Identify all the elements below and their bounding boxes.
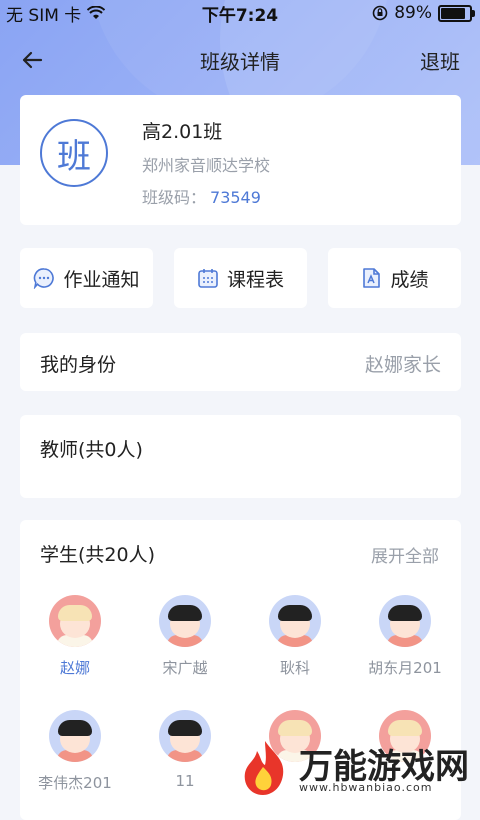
grades-button[interactable]: 成绩 xyxy=(328,248,461,308)
exit-class-button[interactable]: 退班 xyxy=(420,46,460,75)
student-name: 11 xyxy=(175,772,195,790)
class-code-value: 73549 xyxy=(210,188,261,207)
students-label: 学生(共20人) xyxy=(40,544,156,566)
student-name: 宋广越 xyxy=(162,659,208,677)
status-right: 89% xyxy=(372,3,475,23)
girl-avatar-icon xyxy=(49,595,101,647)
student-name: 胡东月201 xyxy=(368,659,442,677)
school-name: 郑州家音顺达学校 xyxy=(142,156,271,175)
watermark-url: www.hbwanbiao.com xyxy=(299,781,433,794)
class-logo: 班 xyxy=(40,119,108,187)
class-name: 高2.01班 xyxy=(142,121,223,143)
class-code: 班级码： 73549 xyxy=(142,184,261,208)
homework-notice-button[interactable]: 作业通知 xyxy=(20,248,153,308)
boy-avatar-icon xyxy=(159,595,211,647)
student-item[interactable]: 11 xyxy=(130,710,240,790)
student-item[interactable]: 宋广越 xyxy=(130,595,240,678)
class-info-card: 班 高2.01班 郑州家音顺达学校 班级码： 73549 xyxy=(20,95,461,225)
document-icon xyxy=(363,268,381,288)
message-bubble-icon xyxy=(34,268,55,289)
expand-all-button[interactable]: 展开全部 xyxy=(371,542,439,567)
student-name: 李伟杰201 xyxy=(38,774,112,792)
page-title: 班级详情 xyxy=(200,49,280,74)
class-code-label: 班级码： xyxy=(142,188,207,207)
homework-notice-label: 作业通知 xyxy=(63,268,140,291)
navigation-bar: 班级详情 退班 xyxy=(0,40,480,80)
schedule-label: 课程表 xyxy=(226,268,284,291)
student-item[interactable]: 胡东月201 xyxy=(350,595,460,678)
boy-avatar-icon xyxy=(49,710,101,762)
back-arrow-icon[interactable] xyxy=(20,48,44,72)
watermark: 万能游戏网 www.hbwanbiao.com xyxy=(235,735,480,800)
battery-icon xyxy=(438,4,475,22)
identity-value: 赵娜家长 xyxy=(364,354,441,376)
student-name: 赵娜 xyxy=(59,659,90,677)
teachers-section: 教师(共0人) xyxy=(20,415,461,498)
flame-logo-icon xyxy=(244,741,284,795)
grades-label: 成绩 xyxy=(390,268,429,291)
student-item[interactable]: 赵娜 xyxy=(20,595,130,678)
boy-avatar-icon xyxy=(269,595,321,647)
status-bar: 无 SIM 卡 下午7:24 89% xyxy=(0,0,480,26)
student-item[interactable]: 耿科 xyxy=(240,595,350,678)
identity-label: 我的身份 xyxy=(40,354,117,376)
boy-avatar-icon xyxy=(379,595,431,647)
orientation-lock-icon xyxy=(372,5,388,21)
student-item[interactable]: 李伟杰201 xyxy=(20,710,130,793)
teachers-label: 教师(共0人) xyxy=(40,439,143,461)
calendar-icon xyxy=(198,269,218,288)
schedule-button[interactable]: 课程表 xyxy=(174,248,307,308)
student-name: 耿科 xyxy=(279,659,310,677)
boy-avatar-icon xyxy=(159,710,211,762)
battery-percent: 89% xyxy=(394,3,432,23)
my-identity-row[interactable]: 我的身份 赵娜家长 xyxy=(20,333,461,391)
